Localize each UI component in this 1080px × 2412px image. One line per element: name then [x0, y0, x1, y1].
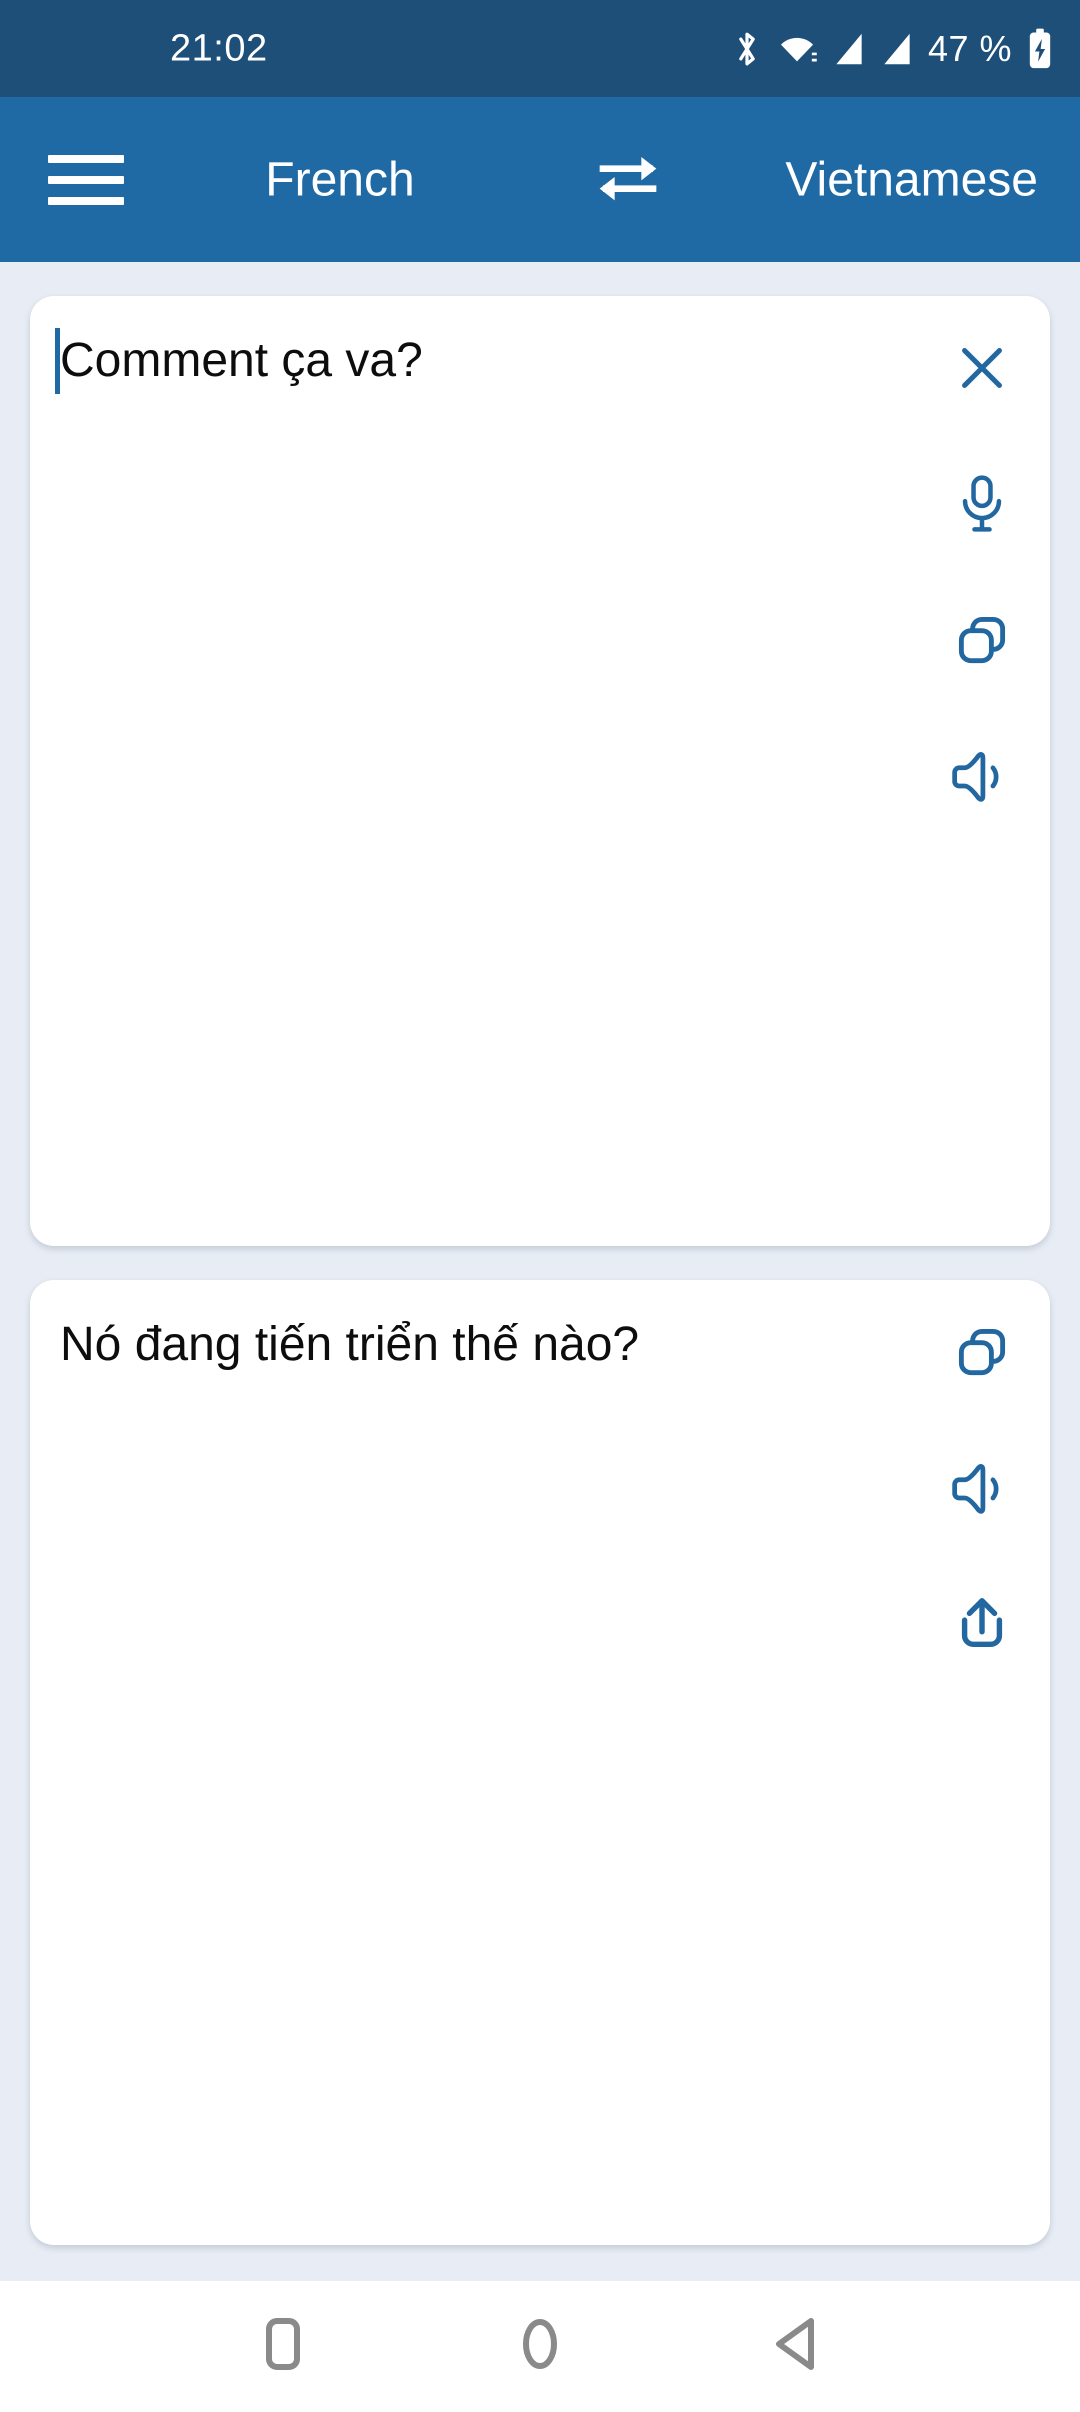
target-language-selector[interactable]: Vietnamese	[785, 152, 1038, 207]
source-language-selector[interactable]: French	[175, 152, 505, 207]
translation-area: Comment ça va? Nó đang tiến triển thế nà…	[0, 262, 1080, 2281]
speaker-icon	[951, 747, 1013, 805]
home-icon	[516, 2315, 564, 2378]
translated-text: Nó đang tiến triển thế nào?	[60, 1318, 640, 1371]
clear-button[interactable]	[928, 314, 1036, 422]
wifi-icon	[776, 29, 818, 69]
source-text-input[interactable]: Comment ça va?	[60, 330, 910, 392]
speak-button[interactable]	[928, 722, 1036, 830]
battery-percentage: 47 %	[927, 27, 1012, 69]
signal-icon-2	[880, 30, 914, 68]
menu-bar-3	[48, 196, 124, 205]
status-icon-tray: 47 %	[732, 27, 1054, 71]
target-action-column	[928, 1298, 1036, 1706]
copy-translation-button[interactable]	[928, 1298, 1036, 1406]
signal-icon-1	[832, 30, 866, 68]
copy-button[interactable]	[928, 586, 1036, 694]
app-screen: 21:02 47 % French Vietnamese Comment ça …	[0, 0, 1080, 2412]
menu-bar-1	[48, 154, 124, 163]
menu-bar-2	[48, 175, 124, 184]
speaker-icon	[951, 1459, 1013, 1517]
swap-icon	[593, 150, 663, 209]
home-button[interactable]	[480, 2297, 600, 2397]
copy-icon	[952, 610, 1012, 670]
back-icon	[771, 2315, 823, 2378]
menu-icon[interactable]	[48, 149, 124, 211]
battery-charging-icon	[1026, 27, 1054, 71]
android-navigation-bar	[0, 2281, 1080, 2412]
source-action-column	[928, 314, 1036, 858]
status-clock: 21:02	[170, 27, 268, 69]
back-button[interactable]	[737, 2297, 857, 2397]
share-icon	[953, 1593, 1011, 1655]
speak-translation-button[interactable]	[928, 1434, 1036, 1542]
source-text-card[interactable]: Comment ça va?	[30, 296, 1050, 1246]
share-button[interactable]	[928, 1570, 1036, 1678]
target-text-card[interactable]: Nó đang tiến triển thế nào?	[30, 1280, 1050, 2245]
app-bar: French Vietnamese	[0, 97, 1080, 262]
recents-icon	[259, 2315, 307, 2378]
microphone-button[interactable]	[928, 450, 1036, 558]
status-bar: 21:02 47 %	[0, 0, 1080, 97]
microphone-icon	[953, 472, 1011, 536]
recents-button[interactable]	[223, 2297, 343, 2397]
bluetooth-icon	[732, 28, 762, 70]
close-icon	[951, 337, 1013, 399]
swap-languages-button[interactable]	[585, 145, 671, 215]
copy-icon	[952, 1322, 1012, 1382]
